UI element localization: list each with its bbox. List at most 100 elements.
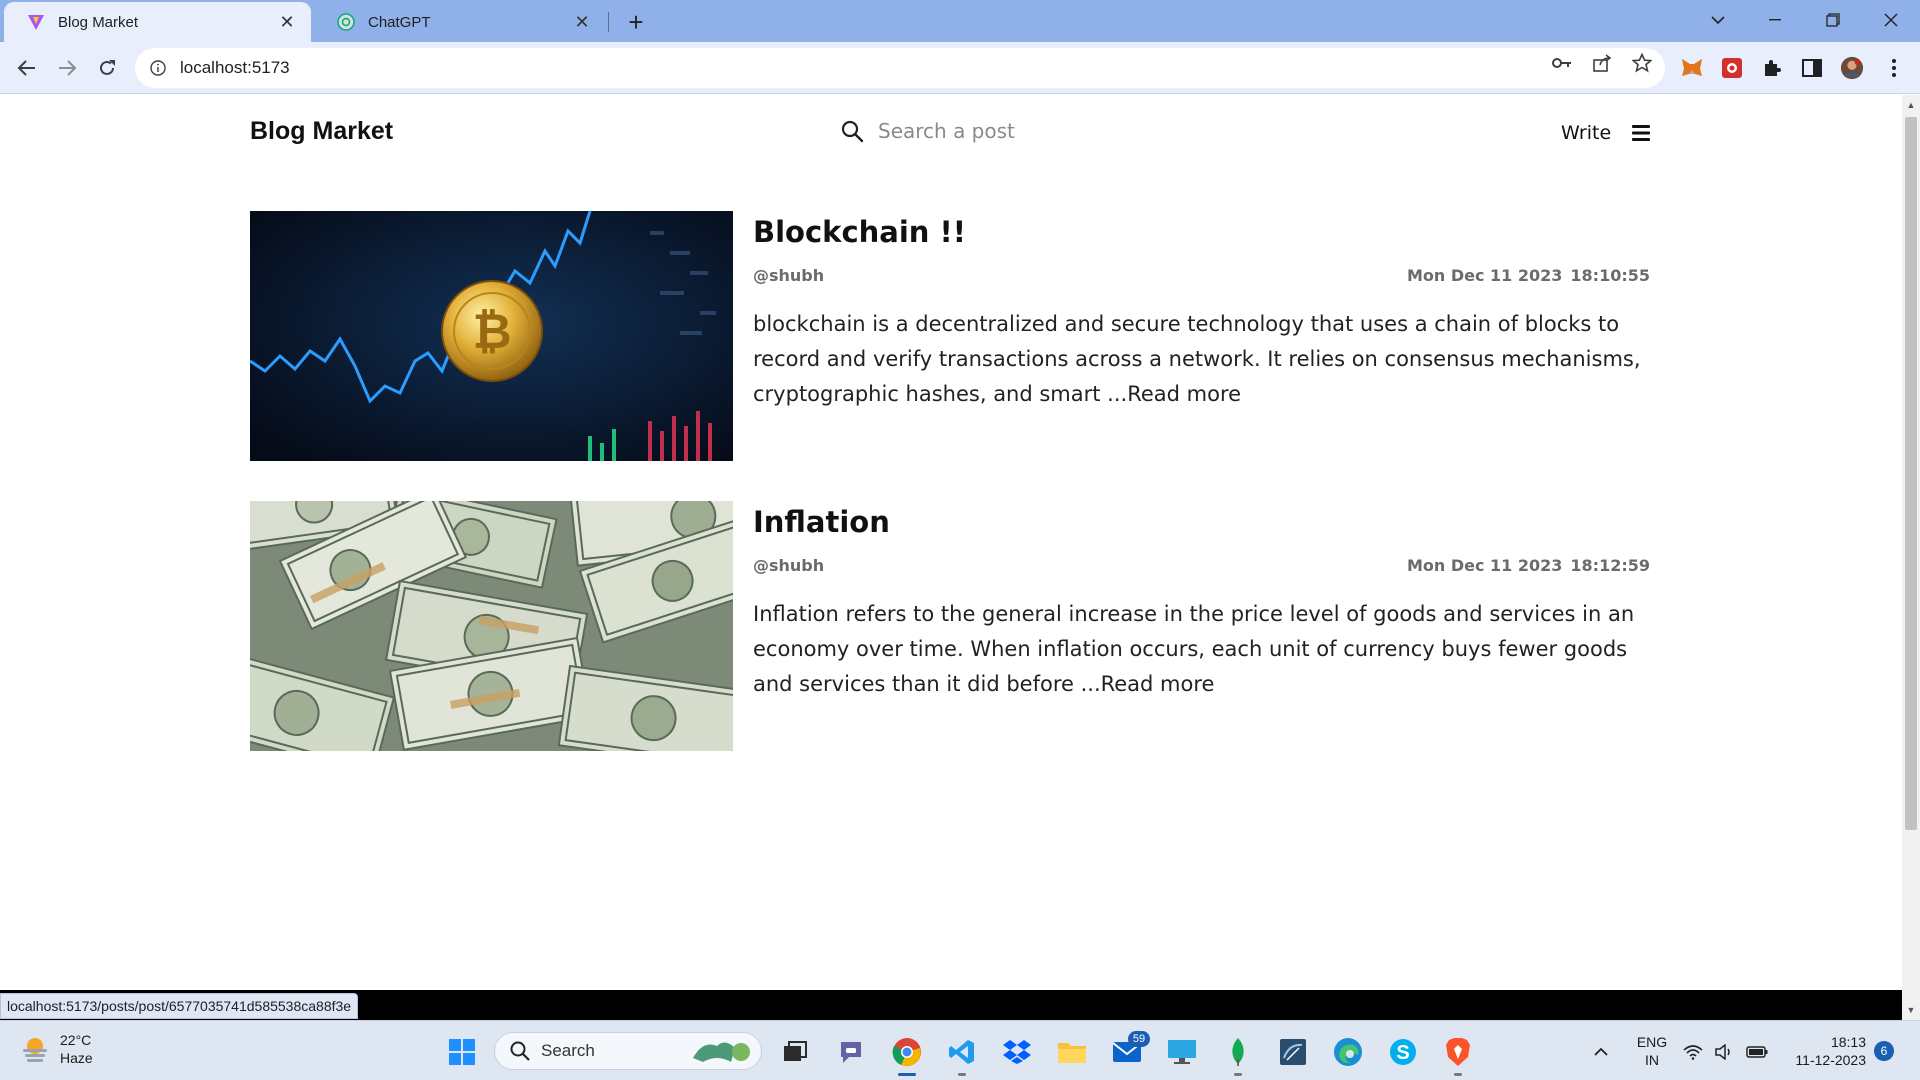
brave-browser-icon[interactable] — [1441, 1035, 1475, 1069]
vscode-running-indicator — [958, 1073, 966, 1076]
post-excerpt[interactable]: Inflation refers to the general increase… — [753, 597, 1650, 702]
address-bar[interactable]: localhost:5173 — [135, 48, 1665, 88]
clock-time: 18:13 — [1830, 1034, 1866, 1050]
page-scrollbar[interactable]: ▲ ▼ — [1902, 95, 1920, 1020]
tab-blog-market[interactable]: Blog Market ✕ — [4, 2, 311, 42]
minimize-button[interactable] — [1752, 0, 1798, 40]
profile-avatar[interactable] — [1840, 56, 1864, 80]
dropbox-icon[interactable] — [1000, 1035, 1034, 1069]
windows-start-icon[interactable] — [445, 1035, 479, 1069]
bookmark-star-icon[interactable] — [1631, 52, 1653, 74]
post-card[interactable]: ₿ Blockchain !! @shubh Mon Dec 11 2023 18… — [250, 211, 1650, 461]
dollar-bills-image[interactable] — [250, 501, 733, 751]
input-language[interactable]: ENG IN — [1632, 1033, 1672, 1069]
post-body: Inflation @shubh Mon Dec 11 2023 18:12:59… — [753, 501, 1650, 702]
browser-toolbar: localhost:5173 — [0, 42, 1920, 94]
post-meta: @shubh Mon Dec 11 2023 18:12:59 — [753, 556, 1650, 575]
metamask-extension-icon[interactable] — [1680, 56, 1704, 80]
scroll-down-arrow-icon[interactable]: ▼ — [1905, 1004, 1917, 1016]
scrollbar-thumb[interactable] — [1905, 117, 1917, 830]
site-header: Blog Market Write — [250, 95, 1650, 175]
tab-title: Blog Market — [58, 13, 139, 31]
post-author: @shubh — [753, 266, 825, 285]
extensions-puzzle-icon[interactable] — [1760, 56, 1784, 80]
post-datetime: Mon Dec 11 2023 18:10:55 — [1407, 266, 1650, 285]
forward-arrow-icon[interactable] — [51, 52, 83, 84]
tab-search-chevron-icon[interactable] — [1695, 0, 1741, 40]
windows-taskbar: 22°C Haze Search 59 S ENG IN 18:13 11-12… — [0, 1020, 1920, 1080]
weather-desc: Haze — [60, 1050, 93, 1066]
tab-title: ChatGPT — [368, 13, 431, 31]
svg-text:S: S — [1396, 1042, 1409, 1064]
close-window-button[interactable] — [1868, 0, 1914, 40]
post-meta: @shubh Mon Dec 11 2023 18:10:55 — [753, 266, 1650, 285]
post-body: Blockchain !! @shubh Mon Dec 11 2023 18:1… — [753, 211, 1650, 412]
post-date: Mon Dec 11 2023 — [1406, 556, 1563, 575]
clock-date: 11-12-2023 — [1795, 1052, 1866, 1068]
show-hidden-icons-chevron-icon[interactable] — [1584, 1035, 1618, 1069]
weather-widget[interactable]: 22°C Haze — [20, 1031, 93, 1067]
mail-count-badge: 59 — [1128, 1031, 1150, 1047]
search-input[interactable] — [878, 119, 1238, 143]
browser-menu-icon[interactable] — [1882, 56, 1906, 80]
tab-close-icon[interactable]: ✕ — [570, 10, 594, 34]
page-viewport: Blog Market Write — [0, 95, 1902, 990]
task-view-icon[interactable] — [778, 1035, 812, 1069]
volume-icon[interactable] — [1712, 1035, 1738, 1069]
link-status-bubble: localhost:5173/posts/post/6577035741d585… — [0, 993, 359, 1019]
back-arrow-icon[interactable] — [11, 52, 43, 84]
site-logo[interactable]: Blog Market — [250, 117, 393, 146]
site-info-icon[interactable] — [148, 58, 168, 78]
post-author: @shubh — [753, 556, 825, 575]
scroll-up-arrow-icon[interactable]: ▲ — [1905, 99, 1917, 111]
red-extension-icon[interactable] — [1720, 56, 1744, 80]
vscode-icon[interactable] — [945, 1035, 979, 1069]
reload-icon[interactable] — [91, 52, 123, 84]
post-date: Mon Dec 11 2023 — [1406, 266, 1563, 285]
post-time: 18:12:59 — [1570, 556, 1650, 575]
remote-desktop-icon[interactable] — [1165, 1035, 1199, 1069]
share-icon[interactable] — [1591, 52, 1613, 74]
write-link[interactable]: Write — [1561, 122, 1611, 144]
chrome-icon[interactable] — [890, 1035, 924, 1069]
post-card[interactable]: Inflation @shubh Mon Dec 11 2023 18:12:59… — [250, 501, 1650, 751]
haze-weather-icon — [23, 1038, 47, 1062]
weather-temp: 22°C — [60, 1032, 92, 1048]
region-label: IN — [1645, 1052, 1659, 1068]
post-search — [840, 119, 1238, 143]
chatgpt-favicon-icon — [336, 12, 356, 32]
browser-tab-strip: Blog Market ✕ ChatGPT ✕ + — [0, 0, 1920, 42]
sql-workbench-icon[interactable] — [1276, 1035, 1310, 1069]
new-tab-button[interactable]: + — [620, 6, 652, 38]
wifi-icon[interactable] — [1680, 1035, 1706, 1069]
vite-favicon-icon — [26, 12, 46, 32]
brave-running-indicator — [1454, 1073, 1462, 1076]
tab-chatgpt[interactable]: ChatGPT ✕ — [314, 2, 606, 42]
bitcoin-chart-image[interactable]: ₿ — [250, 211, 733, 461]
tab-close-icon[interactable]: ✕ — [275, 10, 299, 34]
teams-chat-icon[interactable] — [834, 1035, 868, 1069]
restore-button[interactable] — [1810, 0, 1856, 40]
post-datetime: Mon Dec 11 2023 18:12:59 — [1407, 556, 1650, 575]
hamburger-menu-icon[interactable] — [1629, 121, 1653, 145]
password-key-icon[interactable] — [1551, 52, 1573, 74]
post-excerpt[interactable]: blockchain is a decentralized and secure… — [753, 307, 1650, 412]
file-explorer-icon[interactable] — [1055, 1035, 1089, 1069]
side-panel-icon[interactable] — [1800, 56, 1824, 80]
taskbar-search[interactable]: Search — [494, 1032, 762, 1070]
language-label: ENG — [1636, 1034, 1668, 1050]
mongodb-compass-icon[interactable] — [1221, 1035, 1255, 1069]
notification-count-badge[interactable]: 6 — [1874, 1041, 1894, 1061]
clock[interactable]: 18:13 11-12-2023 — [1782, 1033, 1866, 1069]
post-time: 18:10:55 — [1570, 266, 1650, 285]
taskbar-search-label: Search — [541, 1041, 595, 1060]
chrome-running-indicator — [898, 1073, 916, 1076]
tab-separator — [608, 12, 609, 32]
post-title[interactable]: Blockchain !! — [753, 215, 1650, 249]
skype-icon[interactable]: S — [1386, 1035, 1420, 1069]
edge-icon[interactable] — [1331, 1035, 1365, 1069]
url-text: localhost:5173 — [180, 58, 290, 77]
battery-icon[interactable] — [1744, 1035, 1770, 1069]
post-title[interactable]: Inflation — [753, 505, 1650, 539]
search-icon[interactable] — [840, 119, 864, 143]
